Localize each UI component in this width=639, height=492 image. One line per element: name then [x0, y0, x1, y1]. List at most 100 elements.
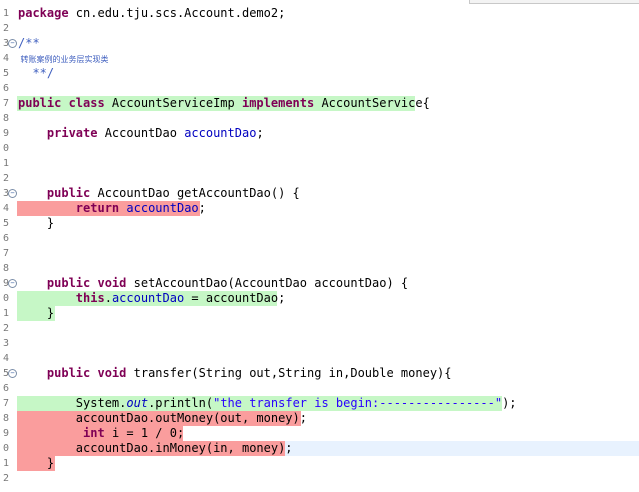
code-text: }	[18, 216, 54, 231]
code-line[interactable]: 3−/**	[0, 36, 639, 51]
code-line[interactable]: 9 private AccountDao accountDao;	[0, 126, 639, 141]
collapse-icon[interactable]: −	[8, 39, 17, 48]
line-number: 0	[2, 293, 9, 304]
code-token: AccountDao getAccountDao() {	[90, 186, 300, 200]
code-text: this.accountDao = accountDao;	[18, 291, 286, 306]
code-line[interactable]: 4	[0, 351, 639, 366]
code-line[interactable]: 2	[0, 471, 639, 486]
code-token: accountDao	[126, 201, 199, 215]
code-text: }	[18, 456, 54, 471]
code-token: AccountServiceImp	[104, 96, 242, 110]
code-token: implements	[241, 96, 315, 110]
code-token: transfer(String out,String in,Double mon…	[126, 366, 452, 380]
code-line[interactable]: 2	[0, 171, 639, 186]
code-text: }	[18, 306, 54, 321]
code-token: AccountDao	[97, 126, 185, 140]
code-line[interactable]: 4 转账案例的业务层实现类	[0, 51, 639, 66]
code-token: accountDao	[111, 291, 185, 305]
code-line[interactable]: 3	[0, 336, 639, 351]
code-text: /**	[18, 36, 40, 51]
code-token: ;	[198, 201, 206, 215]
code-line[interactable]: 8 accountDao.outMoney(out, money);	[0, 411, 639, 426]
code-token: setAccountDao(AccountDao accountDao) {	[126, 276, 409, 290]
line-number: 4	[2, 353, 9, 364]
line-number: 8	[2, 413, 9, 424]
code-line[interactable]: 9− public void setAccountDao(AccountDao …	[0, 276, 639, 291]
code-text: int i = 1 / 0;	[18, 426, 184, 441]
code-line[interactable]: 7 System.out.println("the transfer is be…	[0, 396, 639, 411]
code-token: public class	[18, 96, 105, 110]
code-token: i = 1 / 0;	[104, 426, 185, 440]
code-token: this	[75, 291, 105, 305]
code-token: public void	[46, 366, 127, 380]
code-line[interactable]: 5 **/	[0, 66, 639, 81]
code-line[interactable]: 1 }	[0, 306, 639, 321]
line-number: 2	[2, 473, 9, 484]
code-line[interactable]: 7 public class AccountServiceImp implemen…	[0, 96, 639, 111]
code-line[interactable]: 6	[0, 381, 639, 396]
line-number: 1	[2, 8, 9, 19]
code-text: accountDao.inMoney(in, money);	[18, 441, 293, 456]
code-text: package cn.edu.tju.scs.Account.demo2;	[18, 6, 285, 21]
line-number: 7	[2, 398, 9, 409]
code-token: cn.edu.tju.scs.Account.demo2;	[68, 6, 286, 20]
code-token: System.	[18, 396, 127, 410]
code-editor[interactable]: 1 package cn.edu.tju.scs.Account.demo2; 2 3…	[0, 0, 639, 492]
code-token: "the transfer is begin:----------------"	[213, 396, 503, 410]
code-line[interactable]: 8	[0, 261, 639, 276]
code-line[interactable]: 0 this.accountDao = accountDao;	[0, 291, 639, 306]
code-line[interactable]: 2	[0, 321, 639, 336]
code-line[interactable]: 6	[0, 231, 639, 246]
code-text: private AccountDao accountDao;	[18, 126, 264, 141]
code-line[interactable]: 1 package cn.edu.tju.scs.Account.demo2;	[0, 6, 639, 21]
code-token: );	[502, 396, 517, 410]
code-line[interactable]: 4 return accountDao;	[0, 201, 639, 216]
code-line[interactable]: 9 int i = 1 / 0;	[0, 426, 639, 441]
code-token: ;	[256, 126, 264, 140]
code-line[interactable]: 2	[0, 21, 639, 36]
code-line[interactable]: 1	[0, 156, 639, 171]
code-line[interactable]: 6	[0, 81, 639, 96]
code-line[interactable]: 0 accountDao.inMoney(in, money);	[0, 441, 639, 456]
collapse-icon[interactable]: −	[8, 279, 17, 288]
collapse-icon[interactable]: −	[8, 369, 17, 378]
code-line[interactable]: 7	[0, 246, 639, 261]
code-line[interactable]: 1 }	[0, 456, 639, 471]
code-token: return	[75, 201, 120, 215]
code-token: out	[126, 396, 149, 410]
line-number: 6	[2, 383, 9, 394]
code-line[interactable]: 5− public void transfer(String out,Strin…	[0, 366, 639, 381]
code-line[interactable]: 8	[0, 111, 639, 126]
code-token: private	[46, 126, 98, 140]
code-line[interactable]: 0	[0, 141, 639, 156]
line-number: 1	[2, 458, 9, 469]
code-token: AccountService{	[314, 96, 430, 110]
code-text: public void setAccountDao(AccountDao acc…	[18, 276, 408, 291]
code-token: = accountDao;	[184, 291, 286, 305]
line-number: 8	[2, 263, 9, 274]
code-text: public class AccountServiceImp implement…	[18, 96, 430, 111]
code-line[interactable]: 5 }	[0, 216, 639, 231]
collapse-icon[interactable]: −	[8, 189, 17, 198]
code-text: System.out.println("the transfer is begi…	[18, 396, 517, 411]
code-token: .println(	[148, 396, 214, 410]
code-token: }	[18, 456, 55, 470]
line-number: 0	[2, 143, 9, 154]
code-line[interactable]: 3− public AccountDao getAccountDao() {	[0, 186, 639, 201]
line-number: 7	[2, 248, 9, 259]
code-text: 转账案例的业务层实现类	[18, 51, 109, 67]
code-token: public	[46, 186, 91, 200]
line-number: 4	[2, 203, 9, 214]
code-token: package	[18, 6, 69, 20]
code-token: }	[18, 216, 55, 230]
code-token: int	[83, 426, 105, 440]
line-number: 4	[2, 53, 9, 64]
line-number: 7	[2, 98, 9, 109]
line-number: 5	[2, 218, 9, 229]
line-number: 6	[2, 233, 9, 244]
code-token: **/	[18, 66, 55, 80]
